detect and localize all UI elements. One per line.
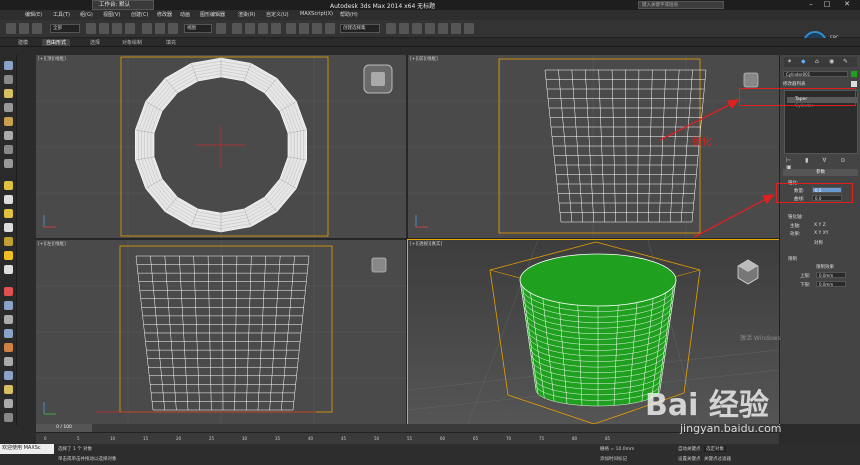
timeline-tick: 65 xyxy=(473,436,479,441)
grid-readout: 栅格 = 10.0mm xyxy=(600,447,635,452)
viewport-front-label[interactable]: [+][前][线框] xyxy=(410,56,438,62)
selected-object-dropdown[interactable]: 选定对象 xyxy=(704,446,726,452)
status-bar: 选择了 1 个 对象 单击或单击并拖动以选择对象 栅格 = 10.0mm 自动关… xyxy=(0,444,860,465)
timeline-tick: 70 xyxy=(506,436,512,441)
time-slider-thumb[interactable]: 0 / 100 xyxy=(36,424,92,432)
activate-windows-watermark: 激活 Windows xyxy=(740,335,781,342)
timeline-tick: 20 xyxy=(176,436,182,441)
timeline-tick: 15 xyxy=(143,436,149,441)
time-slider[interactable]: 0 / 100 xyxy=(36,424,779,432)
timeline-tick: 75 xyxy=(539,436,545,441)
timeline-tick: 0 xyxy=(44,436,47,441)
baidu-watermark: Bai 经验 xyxy=(645,388,769,423)
timeline-tick: 35 xyxy=(275,436,281,441)
timeline-tick: 80 xyxy=(572,436,578,441)
timeline-tick: 40 xyxy=(308,436,314,441)
add-time-tag[interactable]: 添加时间标记 xyxy=(600,456,627,462)
timeline-tick: 30 xyxy=(242,436,248,441)
track-bar[interactable]: 0 5 10 15 20 25 30 35 40 45 50 55 60 65 70 75 80 85 xyxy=(36,432,779,444)
timeline-tick: 25 xyxy=(209,436,215,441)
viewport-top-label[interactable]: [+][顶][线框] xyxy=(38,56,66,62)
timeline-tick: 50 xyxy=(374,436,380,441)
key-filters-button[interactable]: 关键点过滤器 xyxy=(704,456,731,462)
set-key-button[interactable]: 设置关键点 xyxy=(678,456,701,462)
timeline-tick: 5 xyxy=(77,436,80,441)
timeline-tick: 55 xyxy=(407,436,413,441)
selection-status: 选择了 1 个 对象 xyxy=(58,447,93,452)
viewport-perspective-label[interactable]: [+][透视][真实] xyxy=(410,241,442,247)
timeline-tick: 45 xyxy=(341,436,347,441)
auto-key-button[interactable]: 自动关键点 xyxy=(678,446,701,452)
baidu-watermark-url: jingyan.baidu.com xyxy=(680,422,782,435)
prompt-line: 单击或单击并拖动以选择对象 xyxy=(58,457,117,462)
timeline-tick: 85 xyxy=(605,436,611,441)
timeline-tick: 10 xyxy=(110,436,116,441)
timeline-tick: 60 xyxy=(440,436,446,441)
maxscript-listener[interactable]: 欢迎使用 MAXSc xyxy=(0,444,54,454)
viewport-left-label[interactable]: [+][左][线框] xyxy=(38,241,66,247)
